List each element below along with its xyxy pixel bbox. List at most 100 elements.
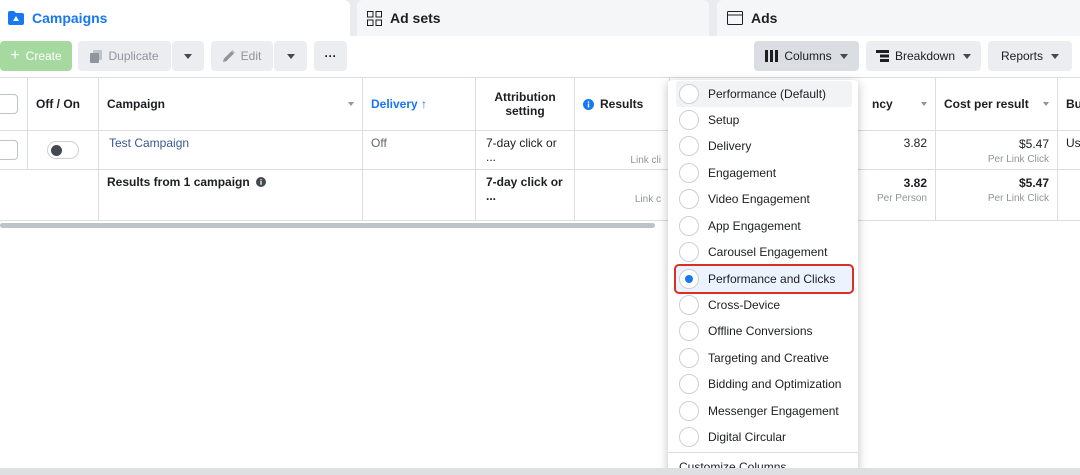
edit-dropdown-button[interactable] xyxy=(274,41,307,71)
summary-row: Results from 1 campaign 7-day click or .… xyxy=(0,170,1080,221)
row-bu-cell: Us xyxy=(1058,131,1080,169)
duplicate-button[interactable]: Duplicate xyxy=(78,41,171,71)
column-preset-option[interactable]: Offline Conversions xyxy=(676,318,852,344)
folder-icon xyxy=(8,11,24,25)
sort-caret-icon xyxy=(921,102,927,106)
column-preset-option[interactable]: Video Engagement xyxy=(676,186,852,212)
header-delivery[interactable]: Delivery ↑ xyxy=(363,78,476,130)
campaign-name-link[interactable]: Test Campaign xyxy=(107,136,189,150)
chevron-down-icon xyxy=(839,53,848,59)
summary-label-cell: Results from 1 campaign xyxy=(99,170,363,220)
column-preset-option[interactable]: Delivery xyxy=(676,133,852,159)
summary-attribution-cell: 7-day click or ... xyxy=(476,170,575,220)
header-frequency[interactable]: ncy xyxy=(856,78,936,130)
column-preset-option[interactable]: Messenger Engagement xyxy=(676,398,852,424)
duplicate-label: Duplicate xyxy=(108,49,159,63)
column-preset-option-selected[interactable]: Performance and Clicks xyxy=(674,264,854,294)
results-sub: Link cli xyxy=(630,155,661,166)
breakdown-label: Breakdown xyxy=(894,49,956,63)
header-attribution[interactable]: Attribution setting xyxy=(476,78,575,130)
header-campaign-label: Campaign xyxy=(107,97,166,111)
option-label: Bidding and Optimization xyxy=(708,377,842,391)
header-campaign[interactable]: Campaign xyxy=(99,78,363,130)
create-button[interactable]: + Create xyxy=(0,41,72,71)
option-label: Delivery xyxy=(708,139,752,153)
header-frequency-label: ncy xyxy=(872,97,893,111)
columns-button[interactable]: Columns xyxy=(754,41,859,71)
radio-button xyxy=(679,374,699,394)
duplicate-icon xyxy=(90,49,103,63)
option-label: Performance and Clicks xyxy=(708,272,836,286)
bu-value: Us xyxy=(1066,136,1080,150)
chevron-down-icon xyxy=(286,53,295,59)
row-campaign-cell: Test Campaign xyxy=(99,131,363,169)
column-preset-option[interactable]: App Engagement xyxy=(676,213,852,239)
columns-dropdown: Performance (Default) Setup Delivery Eng… xyxy=(668,80,858,475)
column-preset-option[interactable]: Carousel Engagement xyxy=(676,239,852,265)
tab-campaigns-label: Campaigns xyxy=(32,10,108,26)
tab-ad-sets[interactable]: Ad sets xyxy=(357,0,709,36)
summary-attribution: 7-day click or ... xyxy=(486,175,563,203)
cost-value: $5.47 xyxy=(1018,137,1049,151)
option-label: Performance (Default) xyxy=(708,87,827,101)
header-results[interactable]: Results xyxy=(575,78,670,130)
tab-campaigns[interactable]: Campaigns xyxy=(0,0,350,36)
tab-ads[interactable]: Ads xyxy=(717,0,1080,36)
radio-button xyxy=(679,136,699,156)
option-label: Engagement xyxy=(708,166,777,180)
campaign-toggle[interactable] xyxy=(47,141,79,159)
sort-caret-icon xyxy=(1043,102,1049,106)
info-icon xyxy=(256,177,267,187)
columns-icon xyxy=(765,50,779,62)
column-preset-option[interactable]: Targeting and Creative xyxy=(676,345,852,371)
frequency-value: 3.82 xyxy=(903,136,927,150)
radio-dot xyxy=(685,275,693,283)
radio-button xyxy=(679,84,699,104)
breakdown-button[interactable]: Breakdown xyxy=(866,41,981,71)
more-label: ··· xyxy=(324,49,337,63)
radio-button xyxy=(679,242,699,262)
horizontal-scrollbar[interactable] xyxy=(0,223,655,228)
summary-results-cell: Link c xyxy=(575,170,670,220)
header-cost-per-result[interactable]: Cost per result xyxy=(936,78,1058,130)
header-cost-label: Cost per result xyxy=(944,97,1029,111)
chevron-down-icon xyxy=(1051,53,1060,59)
plus-icon: + xyxy=(10,47,20,64)
header-attribution-label: Attribution setting xyxy=(494,90,556,118)
column-preset-option[interactable]: Engagement xyxy=(676,160,852,186)
create-label: Create xyxy=(25,49,62,63)
select-all-checkbox[interactable] xyxy=(0,94,18,114)
summary-frequency-sub: Per Person xyxy=(876,193,927,204)
radio-button xyxy=(679,427,699,447)
column-preset-option[interactable]: Setup xyxy=(676,107,852,133)
column-preset-option[interactable]: Cross-Device xyxy=(676,292,852,318)
option-label: Digital Circular xyxy=(708,430,787,444)
row-checkbox[interactable] xyxy=(0,140,18,160)
row-select-cell xyxy=(0,131,28,169)
header-bu[interactable]: Bu xyxy=(1058,78,1080,130)
reports-button[interactable]: Reports xyxy=(988,41,1072,71)
columns-label: Columns xyxy=(784,49,832,63)
table-row[interactable]: Test Campaign Off 7-day click or ... Lin… xyxy=(0,131,1080,170)
header-results-label: Results xyxy=(600,97,644,111)
row-delivery-cell: Off xyxy=(363,131,476,169)
more-options-button[interactable]: ··· xyxy=(314,41,347,71)
summary-cost-sub: Per Link Click xyxy=(987,193,1049,204)
column-preset-option[interactable]: Bidding and Optimization xyxy=(676,371,852,397)
toggle-knob xyxy=(51,145,62,156)
tab-ad-sets-label: Ad sets xyxy=(390,10,441,26)
info-icon xyxy=(583,98,594,110)
campaigns-panel: + Create Duplicate Edit ··· Columns Brea… xyxy=(0,36,1080,468)
column-preset-option[interactable]: Performance (Default) xyxy=(676,81,852,107)
column-preset-option[interactable]: Digital Circular xyxy=(676,424,852,450)
summary-cost-cell: $5.47 Per Link Click xyxy=(936,170,1058,220)
duplicate-dropdown-button[interactable] xyxy=(172,41,204,71)
edit-button[interactable]: Edit xyxy=(211,41,273,71)
header-off-on: Off / On xyxy=(28,78,99,130)
chevron-down-icon xyxy=(184,53,192,59)
table-header: Off / On Campaign Delivery ↑ Attribution… xyxy=(0,77,1080,131)
radio-button xyxy=(679,401,699,421)
reports-label: Reports xyxy=(1000,49,1044,63)
radio-button xyxy=(679,295,699,315)
toolbar: + Create Duplicate Edit ··· Columns Brea… xyxy=(0,36,1080,76)
